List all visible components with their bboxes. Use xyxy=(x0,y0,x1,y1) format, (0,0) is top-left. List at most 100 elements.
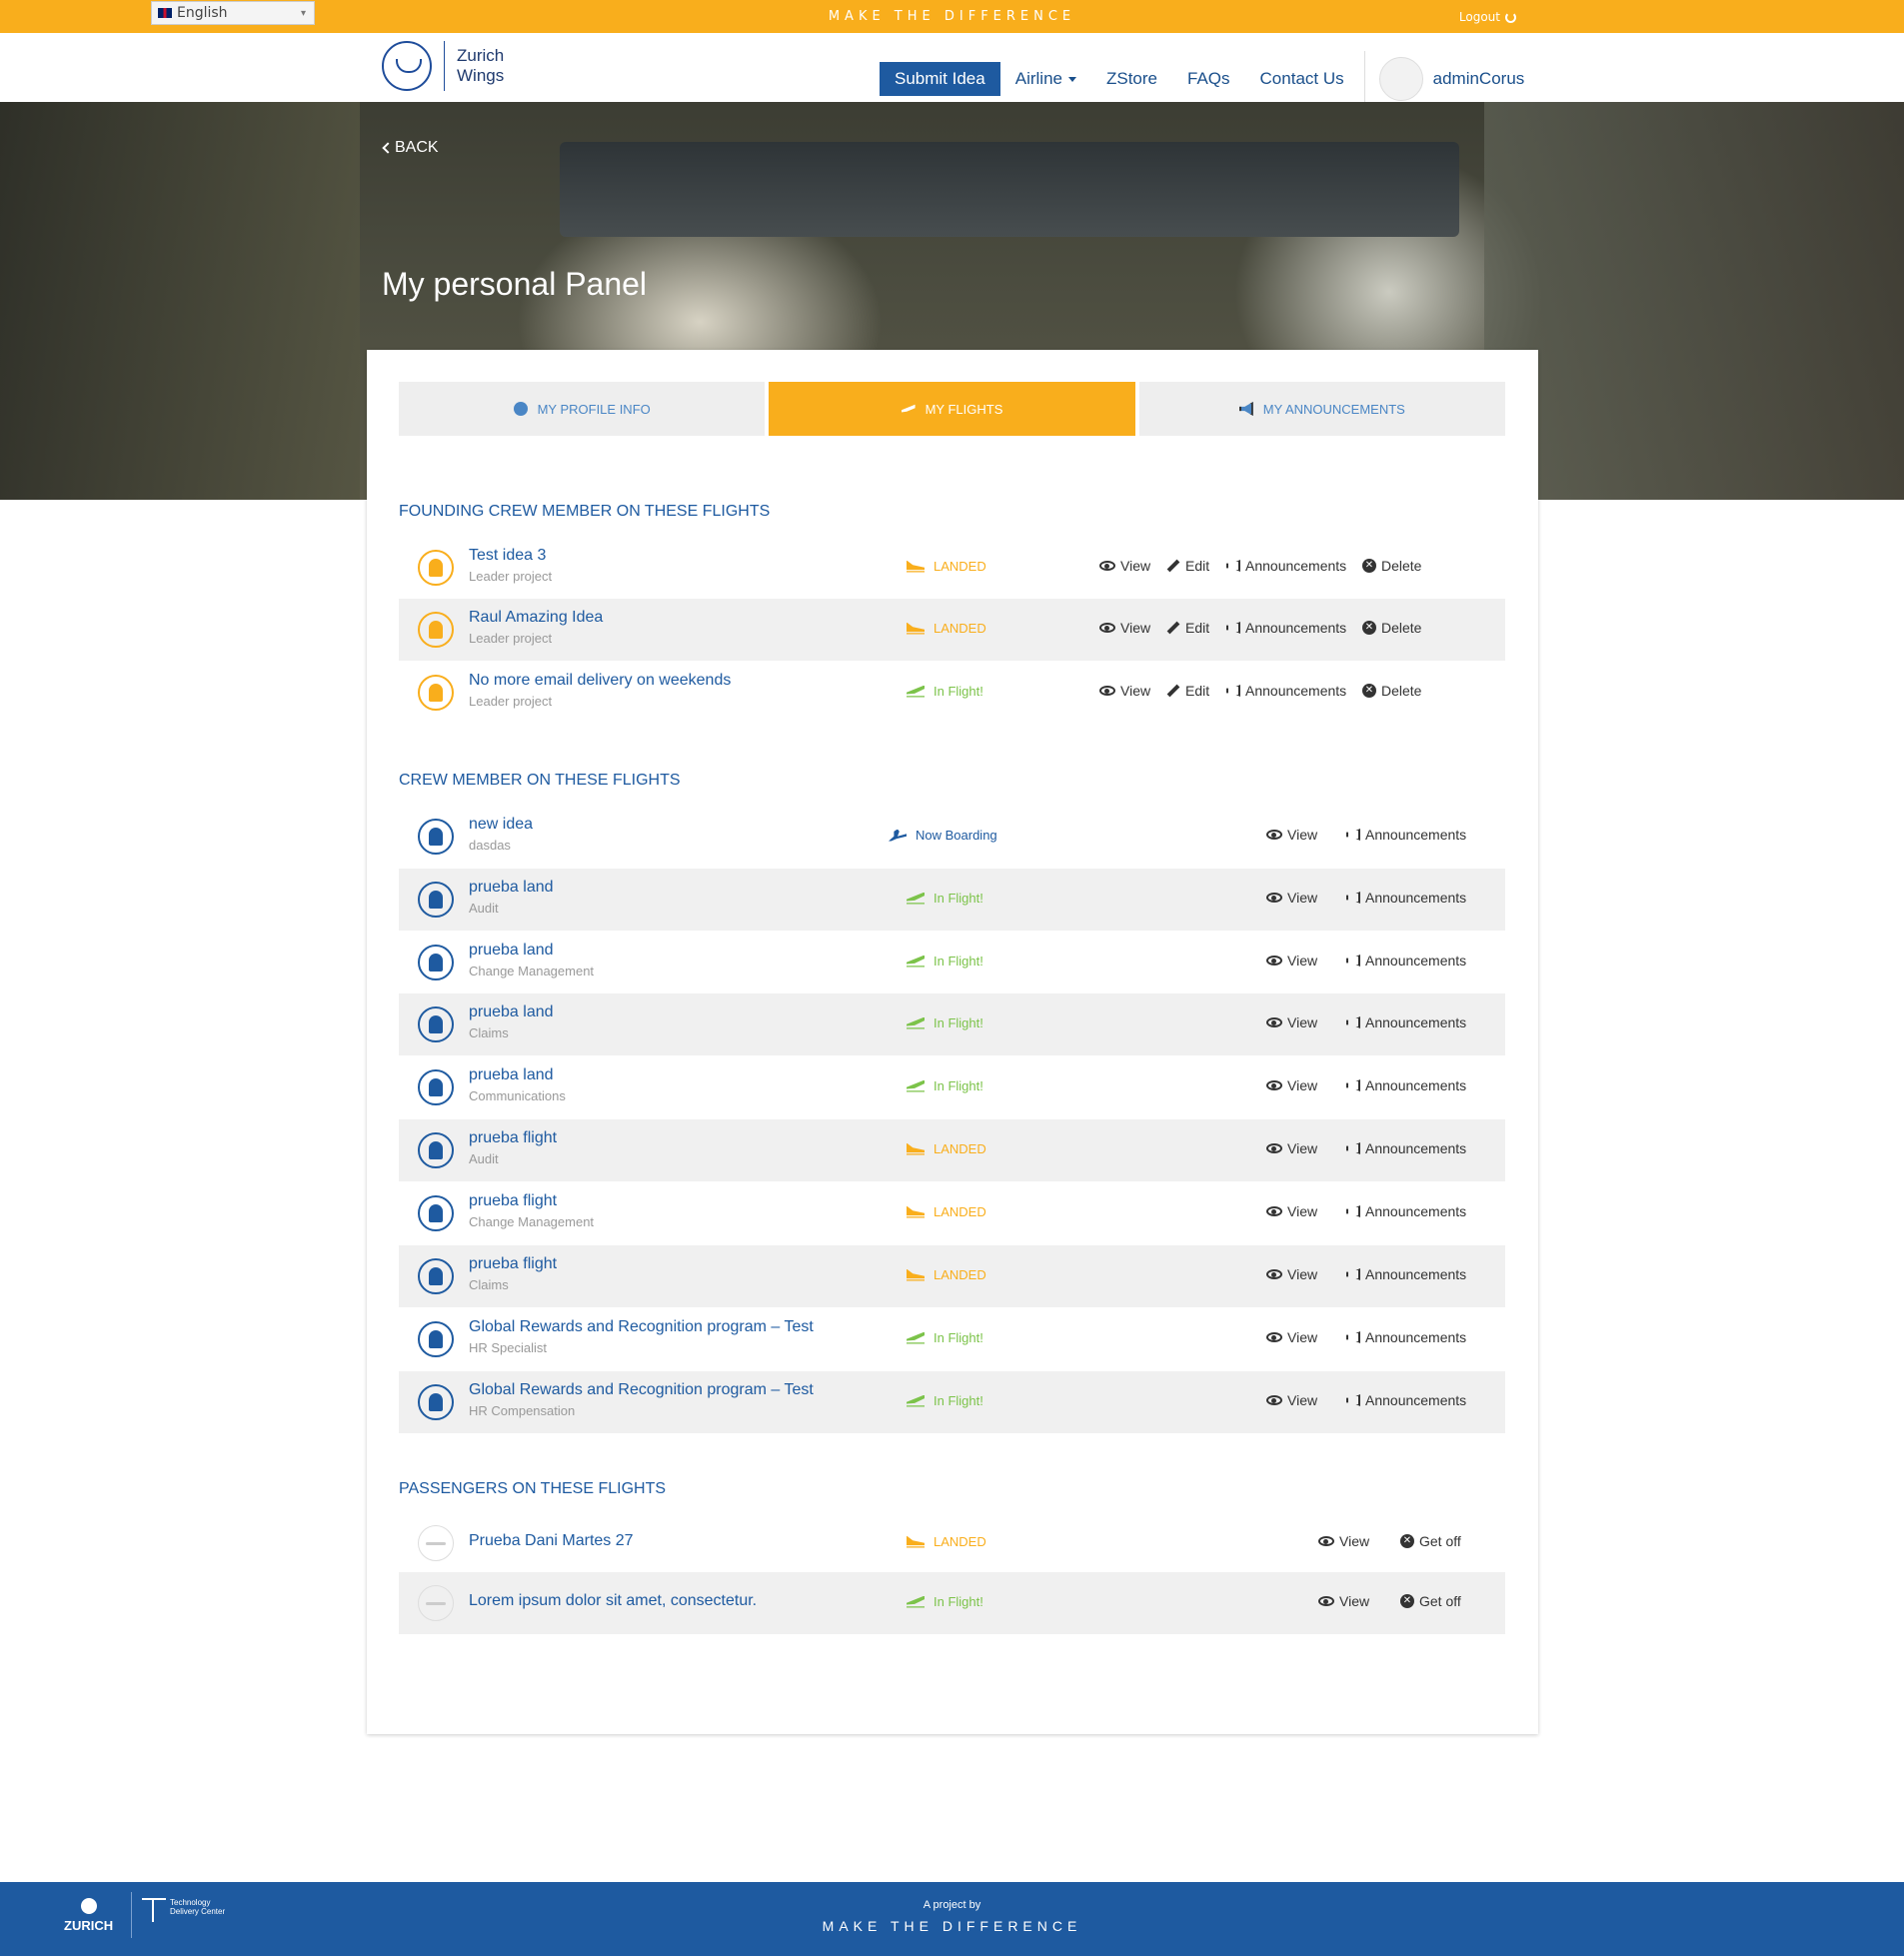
announcements-button[interactable]: Announcements xyxy=(1346,827,1466,843)
eye-icon xyxy=(1266,830,1282,840)
crew-icon xyxy=(418,1069,454,1105)
flight-title[interactable]: Prueba Dani Martes 27 xyxy=(469,1532,634,1550)
edit-button[interactable]: Edit xyxy=(1166,683,1209,699)
view-button[interactable]: View xyxy=(1099,620,1150,636)
back-link[interactable]: BACK xyxy=(382,139,439,157)
flight-title[interactable]: prueba flight xyxy=(469,1192,557,1210)
flight-title[interactable]: Global Rewards and Recognition program –… xyxy=(469,1318,814,1336)
view-label: View xyxy=(1287,1140,1318,1156)
flight-row: Global Rewards and Recognition program –… xyxy=(399,1308,1505,1370)
nav-airline[interactable]: Airline xyxy=(1015,69,1076,89)
eye-icon xyxy=(1266,1332,1282,1342)
eye-icon xyxy=(1318,1596,1334,1606)
nav-faqs[interactable]: FAQs xyxy=(1187,69,1230,89)
delete-button[interactable]: ✕ Delete xyxy=(1362,683,1421,699)
view-button[interactable]: View xyxy=(1266,1203,1317,1219)
view-button[interactable]: View xyxy=(1099,683,1150,699)
edit-button[interactable]: Edit xyxy=(1166,558,1209,574)
get-off-button[interactable]: ✕ Get off xyxy=(1400,1593,1461,1609)
megaphone-icon xyxy=(1238,402,1253,416)
panel-tabs: MY PROFILE INFO MY FLIGHTS MY ANNOUNCEME… xyxy=(399,382,1505,436)
flight-title[interactable]: Test idea 3 xyxy=(469,547,546,565)
back-label: BACK xyxy=(395,139,439,156)
pilot-icon xyxy=(418,550,454,586)
megaphone-icon xyxy=(1226,685,1240,697)
view-button[interactable]: View xyxy=(1266,827,1317,843)
status-badge: Now Boarding xyxy=(889,828,997,843)
flight-title[interactable]: prueba land xyxy=(469,1003,554,1021)
announcements-label: Announcements xyxy=(1245,620,1347,636)
announcements-button[interactable]: Announcements xyxy=(1346,1014,1466,1030)
tab-my-announcements[interactable]: MY ANNOUNCEMENTS xyxy=(1138,382,1505,436)
flight-title[interactable]: Raul Amazing Idea xyxy=(469,609,603,627)
flight-title[interactable]: Lorem ipsum dolor sit amet, consectetur. xyxy=(469,1592,757,1610)
announcements-button[interactable]: Announcements xyxy=(1346,1392,1466,1408)
flight-row: prueba land Audit In Flight! View Announ… xyxy=(399,869,1505,931)
megaphone-icon xyxy=(1346,1016,1360,1028)
flight-title[interactable]: prueba land xyxy=(469,1066,554,1084)
announcements-button[interactable]: Announcements xyxy=(1346,953,1466,969)
get-off-button[interactable]: ✕ Get off xyxy=(1400,1533,1461,1549)
view-button[interactable]: View xyxy=(1266,890,1317,906)
announcements-button[interactable]: Announcements xyxy=(1346,1329,1466,1345)
megaphone-icon xyxy=(1346,1268,1360,1280)
flight-row: Prueba Dani Martes 27 LANDED View ✕ Get o… xyxy=(399,1512,1505,1574)
status-label: LANDED xyxy=(934,1141,986,1156)
view-label: View xyxy=(1287,827,1318,843)
user-menu[interactable]: adminCorus xyxy=(1378,57,1524,101)
page-title: My personal Panel xyxy=(382,266,648,302)
view-button[interactable]: View xyxy=(1266,1392,1317,1408)
flight-title[interactable]: prueba flight xyxy=(469,1255,557,1273)
announcements-button[interactable]: Announcements xyxy=(1346,1140,1466,1156)
view-button[interactable]: View xyxy=(1099,558,1150,574)
view-button[interactable]: View xyxy=(1266,1014,1317,1030)
submit-idea-button[interactable]: Submit Idea xyxy=(880,62,1000,96)
announcements-button[interactable]: Announcements xyxy=(1346,890,1466,906)
view-button[interactable]: View xyxy=(1266,1266,1317,1282)
eye-icon xyxy=(1266,1206,1282,1216)
view-button[interactable]: View xyxy=(1266,1077,1317,1093)
view-label: View xyxy=(1339,1593,1370,1609)
status-label: LANDED xyxy=(934,621,986,636)
plane-takeoff-icon xyxy=(907,685,925,698)
announcements-label: Announcements xyxy=(1365,1077,1467,1093)
edit-button[interactable]: Edit xyxy=(1166,620,1209,636)
flight-title[interactable]: Global Rewards and Recognition program –… xyxy=(469,1381,814,1399)
announcements-button[interactable]: Announcements xyxy=(1346,1077,1466,1093)
nav-contact[interactable]: Contact Us xyxy=(1260,69,1344,89)
top-bar: English ▾ MAKE THE DIFFERENCE Logout xyxy=(0,0,1904,33)
view-button[interactable]: View xyxy=(1266,1329,1317,1345)
view-button[interactable]: View xyxy=(1318,1533,1369,1549)
brand-logo[interactable]: Zurich Wings xyxy=(382,41,504,91)
flight-title[interactable]: prueba flight xyxy=(469,1129,557,1147)
flight-row: prueba land Change Management In Flight!… xyxy=(399,932,1505,993)
announcements-label: Announcements xyxy=(1365,953,1467,969)
delete-button[interactable]: ✕ Delete xyxy=(1362,620,1421,636)
nav-zstore[interactable]: ZStore xyxy=(1106,69,1157,89)
flight-title[interactable]: prueba land xyxy=(469,879,554,897)
flight-title[interactable]: No more email delivery on weekends xyxy=(469,672,731,690)
flight-title[interactable]: prueba land xyxy=(469,942,554,960)
status-label: In Flight! xyxy=(934,1015,983,1030)
view-button[interactable]: View xyxy=(1318,1593,1369,1609)
announcements-button[interactable]: Announcements xyxy=(1346,1266,1466,1282)
plane-takeoff-icon xyxy=(907,1394,925,1407)
announcements-button[interactable]: Announcements xyxy=(1346,1203,1466,1219)
announcements-button[interactable]: Announcements xyxy=(1226,620,1346,636)
footer-tagline: MAKE THE DIFFERENCE xyxy=(822,1918,1082,1934)
tab-profile-info[interactable]: MY PROFILE INFO xyxy=(399,382,766,436)
status-badge: In Flight! xyxy=(907,1594,983,1609)
announcements-button[interactable]: Announcements xyxy=(1226,558,1346,574)
tab-my-flights[interactable]: MY FLIGHTS xyxy=(769,382,1135,436)
announcements-label: Announcements xyxy=(1245,683,1347,699)
eye-icon xyxy=(1266,1395,1282,1405)
delete-button[interactable]: ✕ Delete xyxy=(1362,558,1421,574)
get-off-label: Get off xyxy=(1419,1593,1461,1609)
view-button[interactable]: View xyxy=(1266,953,1317,969)
logout-link[interactable]: Logout xyxy=(1459,10,1516,24)
announcements-button[interactable]: Announcements xyxy=(1226,683,1346,699)
view-button[interactable]: View xyxy=(1266,1140,1317,1156)
announcements-label: Announcements xyxy=(1365,1266,1467,1282)
flight-title[interactable]: new idea xyxy=(469,816,533,834)
footer: ZURICH Technology Delivery Center A proj… xyxy=(0,1882,1904,1956)
